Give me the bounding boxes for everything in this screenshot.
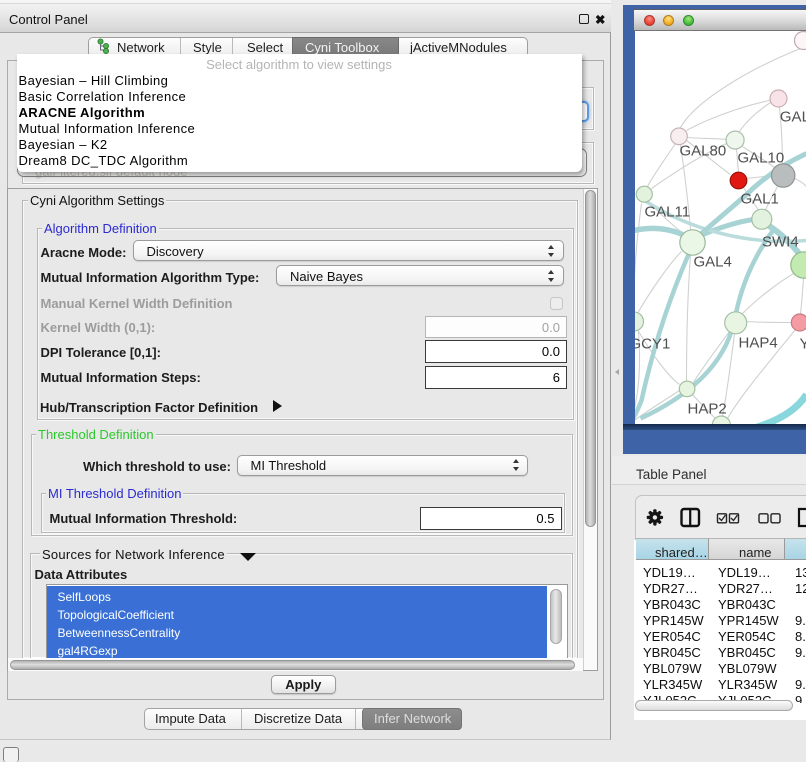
- svg-text:GAL80: GAL80: [679, 142, 726, 159]
- svg-text:HAP4: HAP4: [738, 334, 777, 351]
- svg-text:GAL1: GAL1: [740, 190, 778, 207]
- svg-text:GAL4: GAL4: [693, 253, 731, 270]
- svg-text:GAL11: GAL11: [644, 203, 690, 220]
- svg-text:GAL10: GAL10: [737, 149, 784, 166]
- svg-text:SWI4: SWI4: [762, 233, 799, 250]
- svg-text:HAP2: HAP2: [687, 400, 726, 417]
- svg-text:GAL: GAL: [779, 108, 806, 125]
- svg-text:GCY1: GCY1: [635, 335, 670, 352]
- svg-text:Y: Y: [799, 335, 806, 352]
